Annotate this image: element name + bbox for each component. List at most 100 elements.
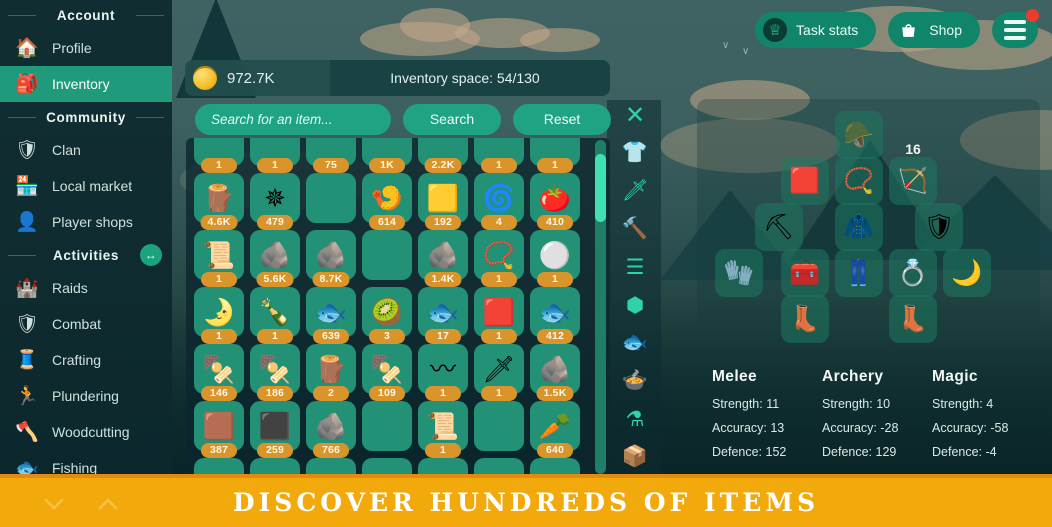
item-slot[interactable]: 1 <box>194 138 244 173</box>
armour-icon[interactable]: 👕 <box>616 138 654 168</box>
pickaxe-scroll-item[interactable]: 📜 1 <box>418 401 468 458</box>
gem-icon[interactable]: ⬢ <box>616 290 654 320</box>
item-icon: 🥕 <box>538 411 572 441</box>
sidebar-item-local-market[interactable]: 🏪 Local market <box>0 168 172 204</box>
item-slot[interactable]: 1 <box>474 138 524 173</box>
potions-item[interactable]: 🍾 1 <box>250 287 300 344</box>
ring-item[interactable]: ⚪ 1 <box>530 230 580 287</box>
gold-bar-item[interactable]: 🟨 192 <box>418 173 468 230</box>
item-slot[interactable]: 1 <box>250 138 300 173</box>
skewer-item[interactable]: 🍢 146 <box>194 344 244 401</box>
scrollbar-thumb[interactable] <box>595 154 606 222</box>
planks-icon[interactable]: ☰ <box>616 252 654 282</box>
sidebar-item-label: Local market <box>52 178 133 194</box>
weapon-slot[interactable]: ⛏ <box>755 203 803 251</box>
cooked-fish-item[interactable]: 🍢 109 <box>362 344 412 401</box>
spear-item[interactable]: 🗡 1 <box>474 344 524 401</box>
necklace-slot[interactable]: 📿 <box>835 157 883 205</box>
shop-label: Shop <box>929 22 962 38</box>
tool-belt-slot[interactable]: 🧰 <box>781 249 829 297</box>
sidebar-item-inventory[interactable]: 🎒 Inventory <box>0 66 172 102</box>
ore-item[interactable]: 🪨 5.6K <box>250 230 300 287</box>
iron-bar-item[interactable]: ⬛ 259 <box>250 401 300 458</box>
sword-icon[interactable]: 🗡 <box>616 176 654 206</box>
sidebar-item-woodcutting[interactable]: 🪓 Woodcutting <box>0 414 172 450</box>
sidebar-item-profile[interactable]: 🏠 Profile <box>0 30 172 66</box>
hammer-icon[interactable]: 🔨 <box>616 214 654 244</box>
empty-slot[interactable] <box>362 401 412 451</box>
scroll-item[interactable]: 📜 1 <box>194 230 244 287</box>
fish-icon[interactable]: 🐟 <box>616 328 654 358</box>
cod-item[interactable]: 🐟 412 <box>530 287 580 344</box>
item-slot[interactable]: 1 <box>530 138 580 173</box>
equipment-icon: 👖 <box>843 258 875 287</box>
close-x-icon[interactable]: ✕ <box>616 100 654 130</box>
sidebar-item-player-shops[interactable]: 👤 Player shops <box>0 204 172 240</box>
box-icon[interactable]: 📦 <box>616 442 654 472</box>
item-quantity-badge: 17 <box>425 329 461 344</box>
item-slot[interactable]: 75 <box>306 138 356 173</box>
cape-slot[interactable]: 🟥 <box>781 157 829 205</box>
amulet-item[interactable]: 📿 1 <box>474 230 524 287</box>
sidebar-item-raids[interactable]: 🏰 Raids <box>0 270 172 306</box>
equipment-icon: 🛡 <box>923 212 955 241</box>
legs-slot[interactable]: 👖 <box>835 249 883 297</box>
item-icon: 🪨 <box>314 240 348 270</box>
shop-button[interactable]: Shop <box>888 12 980 48</box>
gold-display[interactable]: 972.7K <box>185 60 330 96</box>
search-input[interactable] <box>195 103 391 135</box>
item-slot[interactable]: 2.2K <box>418 138 468 173</box>
stone-item[interactable]: 🪨 1.4K <box>418 230 468 287</box>
kiwi-item[interactable]: 🥝 3 <box>362 287 412 344</box>
helmet-slot[interactable]: 🪖 <box>835 111 883 159</box>
raw-fish-item[interactable]: 🐟 17 <box>418 287 468 344</box>
search-button[interactable]: Search <box>403 103 501 135</box>
raw-fish-item[interactable]: 🍤 614 <box>362 173 412 230</box>
empty-slot[interactable] <box>362 230 412 280</box>
boots-slot[interactable]: 👢 <box>781 295 829 343</box>
kebab-item[interactable]: 🍢 186 <box>250 344 300 401</box>
ore-chunk-item[interactable]: 🪨 766 <box>306 401 356 458</box>
item-quantity-badge: 410 <box>537 215 573 230</box>
sidebar-item-clan[interactable]: 🛡 Clan <box>0 132 172 168</box>
inventory-scrollbar[interactable] <box>595 140 606 474</box>
gloves-slot[interactable]: 🧤 <box>715 249 763 297</box>
coal-item[interactable]: 🪨 8.7K <box>306 230 356 287</box>
sidebar-item-label: Profile <box>52 40 92 56</box>
item-slot[interactable]: 1K <box>362 138 412 173</box>
herbs-item[interactable]: ✵ 479 <box>250 173 300 230</box>
empty-slot[interactable] <box>306 173 356 223</box>
rock-item[interactable]: 🪨 1.5K <box>530 344 580 401</box>
log-item[interactable]: 🪵 2 <box>306 344 356 401</box>
red-block-item[interactable]: 🟥 1 <box>474 287 524 344</box>
shield-slot[interactable]: 🛡 <box>915 203 963 251</box>
hamburger-menu-icon[interactable] <box>992 9 1039 48</box>
item-icon: 🍤 <box>370 183 404 213</box>
sidebar-item-combat[interactable]: 🛡 Combat <box>0 306 172 342</box>
tomato-item[interactable]: 🍅 410 <box>530 173 580 230</box>
sidebar-item-crafting[interactable]: 🧵 Crafting <box>0 342 172 378</box>
ring-slot[interactable]: 💍 <box>889 249 937 297</box>
rope-item[interactable]: 〰 1 <box>418 344 468 401</box>
horn-item[interactable]: 🌛 1 <box>194 287 244 344</box>
activities-expand-toggle[interactable]: ↔ <box>140 244 162 266</box>
fish-item[interactable]: 🐟 639 <box>306 287 356 344</box>
potion-icon[interactable]: ⚗ <box>616 404 654 434</box>
logs-item[interactable]: 🪵 4.6K <box>194 173 244 230</box>
secondary-boots-slot[interactable]: 👢 <box>889 295 937 343</box>
equipment-icon: 🟥 <box>789 166 821 195</box>
task-stats-button[interactable]: ♕ Task stats <box>755 12 877 48</box>
sidebar-item-plundering[interactable]: 🏃 Plundering <box>0 378 172 414</box>
empty-slot[interactable] <box>474 401 524 451</box>
stat-title: Melee <box>712 368 758 385</box>
body-slot[interactable]: 🧥 <box>835 203 883 251</box>
sidebar-item-label: Player shops <box>52 214 133 230</box>
cooked-food-icon[interactable]: 🍲 <box>616 366 654 396</box>
divider-left <box>8 255 36 256</box>
rune-item[interactable]: 🌀 4 <box>474 173 524 230</box>
reset-button[interactable]: Reset <box>513 103 611 135</box>
bracelet-slot[interactable]: 🌙 <box>943 249 991 297</box>
carrot-item[interactable]: 🥕 640 <box>530 401 580 458</box>
ammo-slot[interactable]: 🏹 16 <box>889 141 937 205</box>
copper-bar-item[interactable]: 🟫 387 <box>194 401 244 458</box>
